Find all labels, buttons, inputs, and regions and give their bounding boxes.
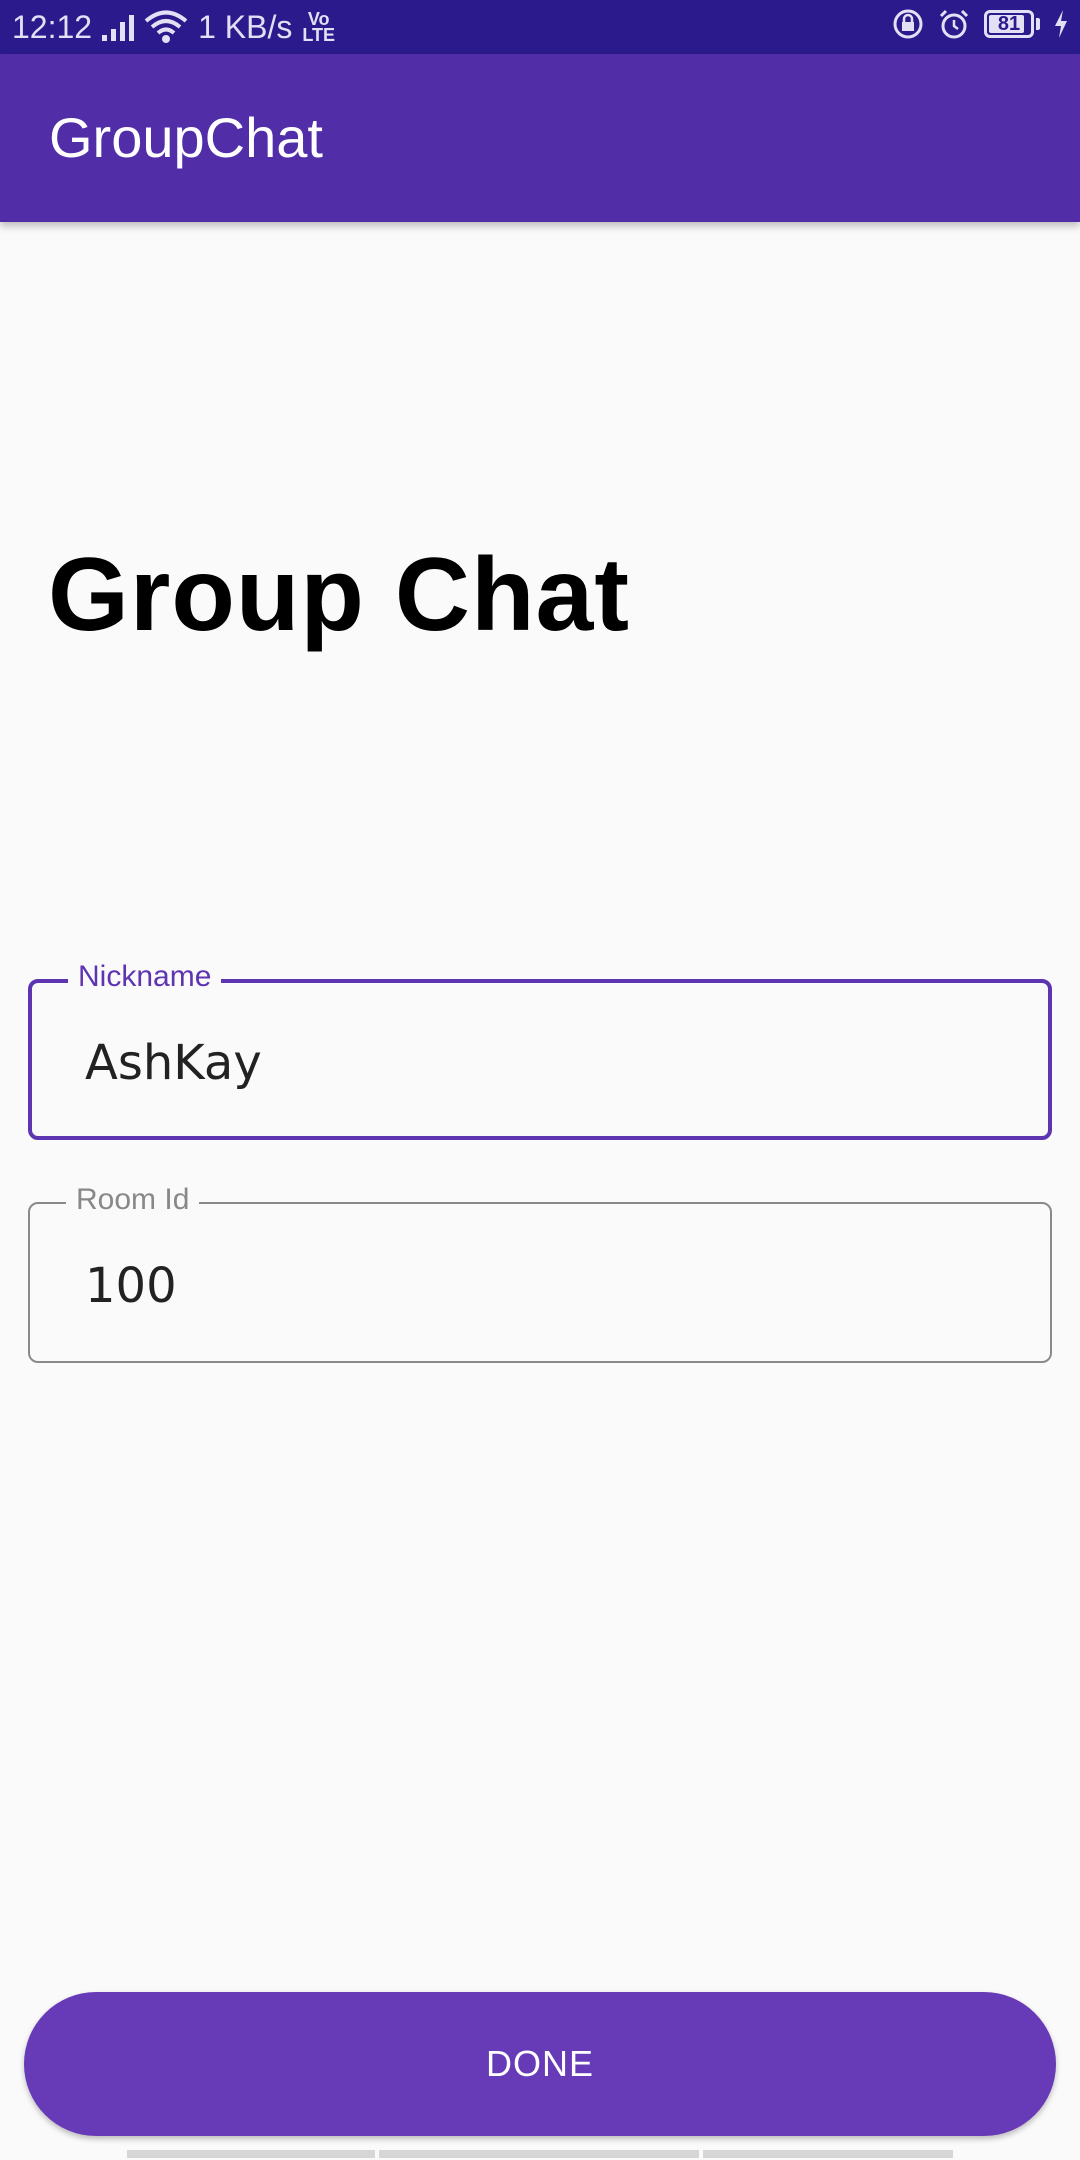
charging-icon: [1055, 10, 1067, 38]
volte-bottom-text: LTE: [302, 25, 336, 45]
room-id-field[interactable]: Room Id: [28, 1180, 1052, 1363]
wifi-icon: [144, 10, 188, 43]
app-title: GroupChat: [49, 106, 323, 169]
done-button[interactable]: DONE: [24, 1992, 1056, 2136]
nickname-input[interactable]: [85, 1033, 985, 1093]
nav-hint-left: [127, 2150, 375, 2158]
nickname-label: Nickname: [68, 957, 222, 997]
battery-icon: 81: [984, 10, 1034, 38]
status-bar-left: 12:12 1 KB/s Vo LTE: [12, 8, 335, 46]
status-bar-right: 81: [892, 8, 1068, 40]
page-headline: Group Chat: [48, 537, 630, 653]
screen-lock-icon: [893, 9, 923, 39]
nav-hint-center: [379, 2150, 699, 2158]
status-time: 12:12: [12, 9, 93, 45]
signal-icon: [102, 13, 135, 41]
status-bar: 12:12 1 KB/s Vo LTE 81: [0, 0, 1080, 54]
nav-hint-right: [703, 2150, 953, 2158]
net-speed: 1 KB/s: [198, 9, 293, 45]
nickname-field[interactable]: Nickname: [28, 957, 1052, 1140]
battery-tip: [1036, 18, 1040, 30]
alarm-icon: [939, 9, 969, 39]
volte-icon: Vo LTE: [302, 10, 336, 45]
room-id-label: Room Id: [66, 1180, 200, 1220]
app-bar: GroupChat: [0, 54, 1080, 222]
battery-level: 81: [997, 13, 1021, 35]
room-id-input[interactable]: [85, 1256, 985, 1316]
